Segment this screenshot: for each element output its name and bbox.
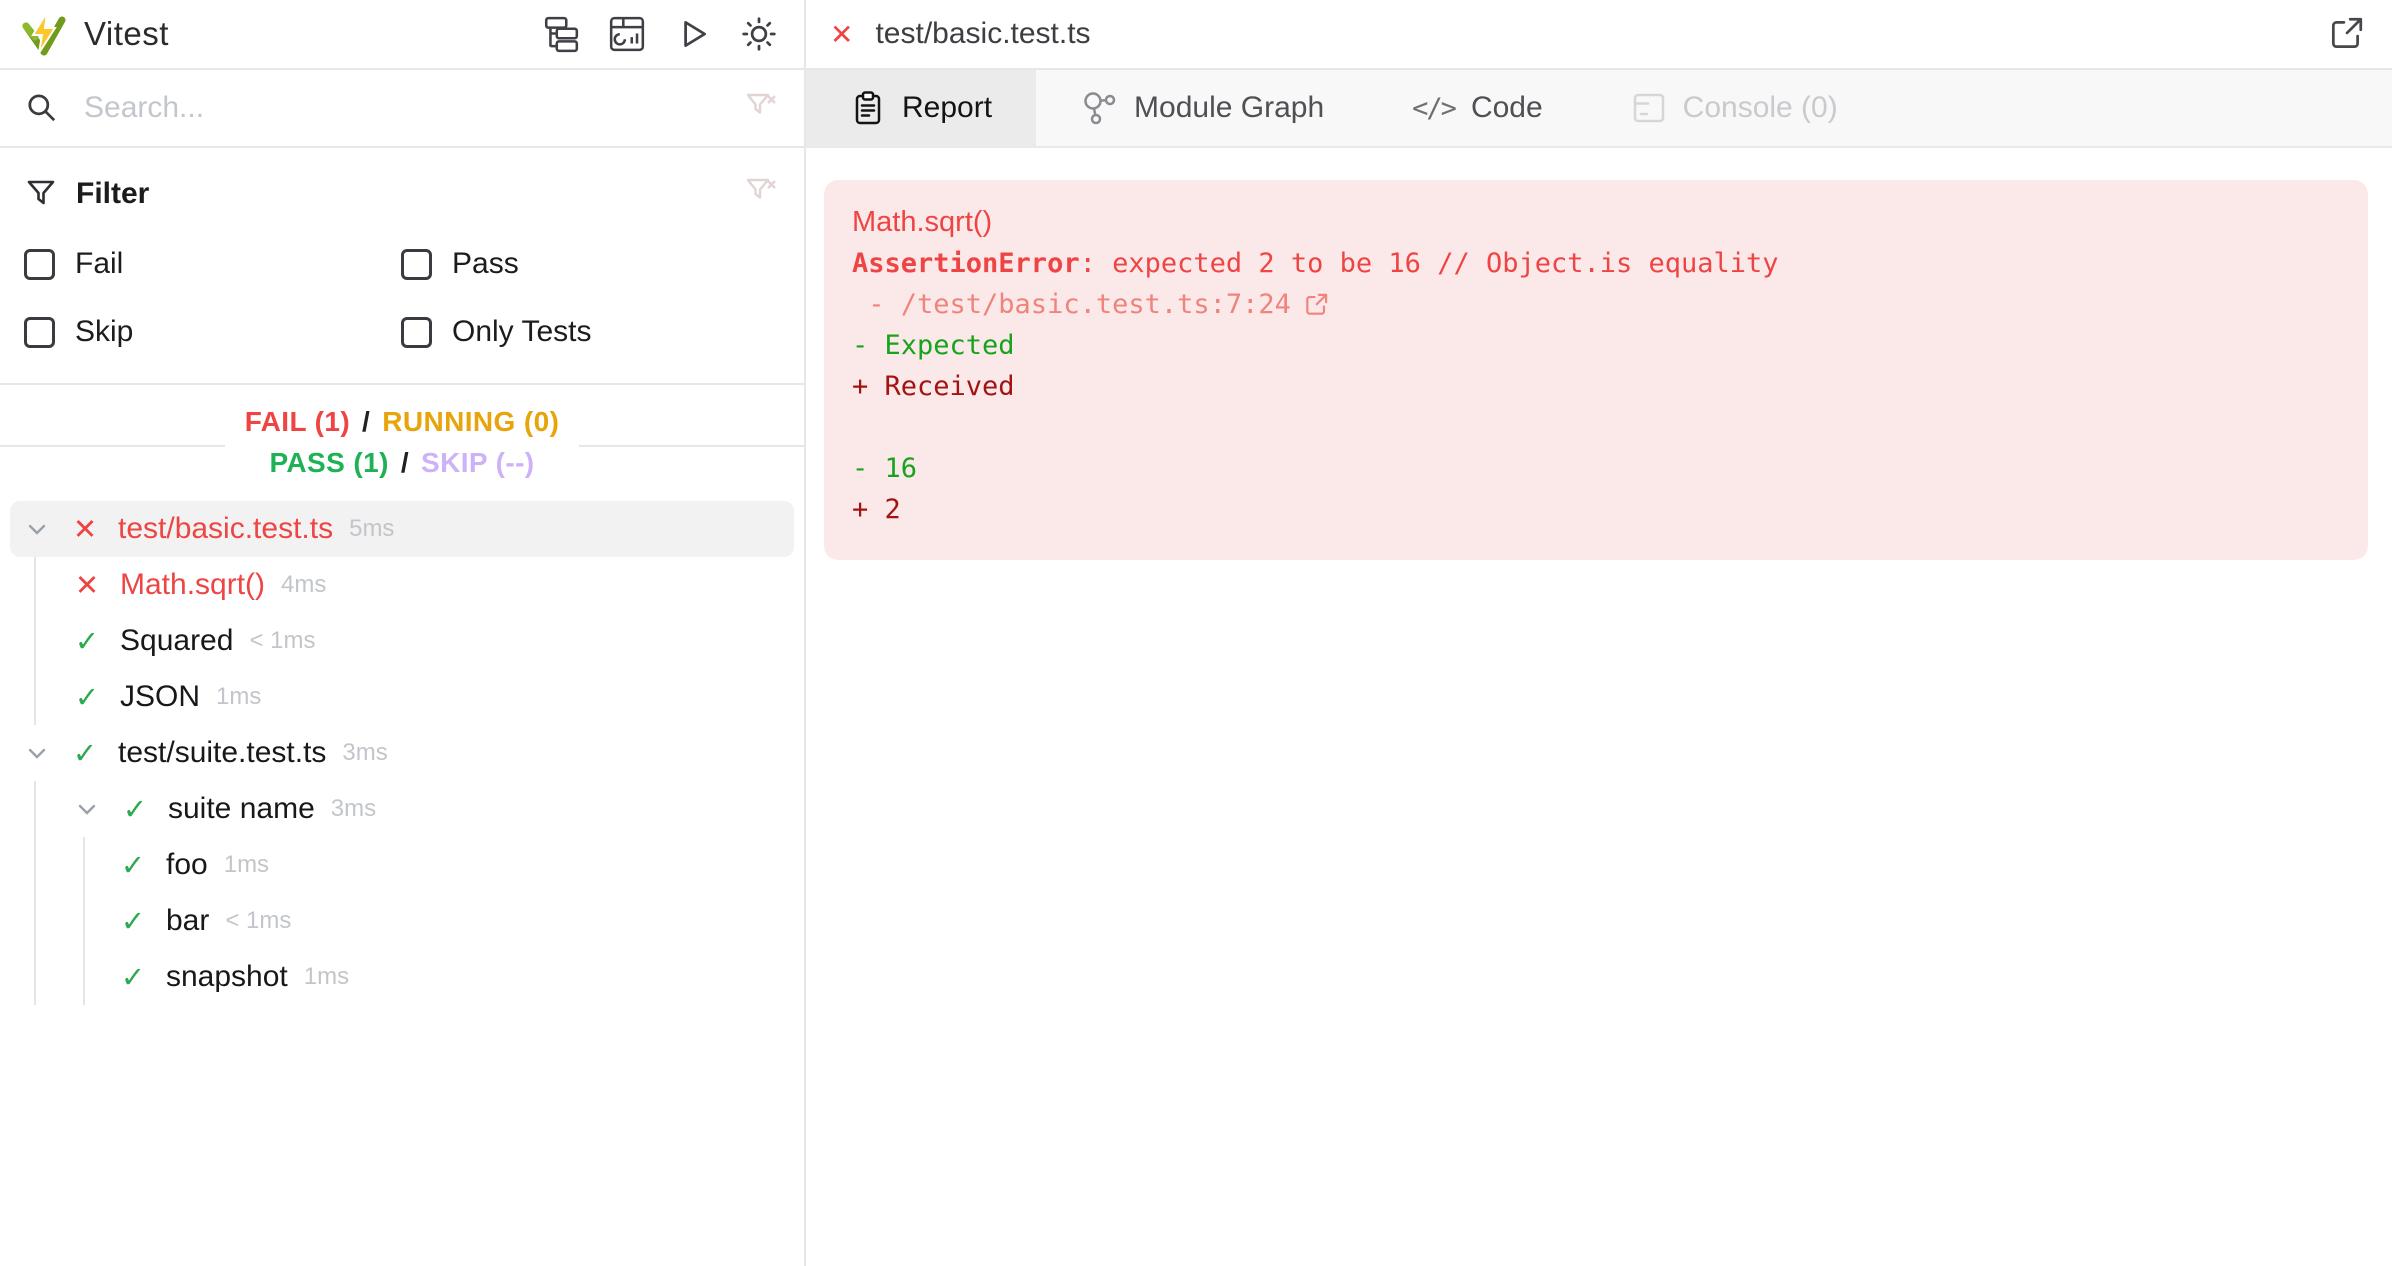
duration-label: 1ms (304, 963, 349, 991)
pass-check-icon: ✓ (72, 680, 102, 715)
duration-label: 4ms (281, 571, 326, 599)
summary-line-2: PASS (1)/SKIP (--) (245, 442, 560, 483)
open-in-editor-icon[interactable] (1303, 292, 1329, 318)
summary-line-1: FAIL (1)/RUNNING (0) (245, 401, 560, 442)
test-tree: ✕ test/basic.test.ts 5ms ✕ Math.sqrt() 4… (0, 497, 804, 1266)
diff-expected-label: - Expected (852, 325, 2340, 366)
skip-count: SKIP (--) (421, 447, 535, 478)
search-icon (24, 90, 60, 126)
tree-view-icon[interactable] (542, 15, 580, 53)
duration-label: 1ms (216, 683, 261, 711)
chevron-down-icon[interactable] (22, 738, 52, 768)
filter-section: Filter Fail Pass (0, 148, 804, 385)
tree-item-math-sqrt[interactable]: ✕ Math.sqrt() 4ms (36, 557, 794, 613)
open-in-editor-icon[interactable] (2326, 14, 2366, 54)
app-title: Vitest (84, 15, 169, 53)
filter-options: Fail Pass Skip Only Tests (24, 247, 778, 349)
vitest-logo-icon (20, 10, 68, 58)
duration-label: 3ms (331, 795, 376, 823)
filter-checkbox-pass[interactable]: Pass (401, 247, 778, 281)
fail-x-icon: ✕ (70, 512, 100, 547)
console-icon (1631, 90, 1667, 126)
checkbox-icon[interactable] (24, 249, 55, 280)
running-count: RUNNING (0) (382, 406, 559, 437)
fail-x-icon: ✕ (72, 568, 102, 603)
theme-toggle-icon[interactable] (740, 15, 778, 53)
fail-count: FAIL (1) (245, 406, 350, 437)
chevron-down-icon[interactable] (72, 794, 102, 824)
diff-received-value: + 2 (852, 489, 2340, 530)
tree-item-suite-test-file[interactable]: ✓ test/suite.test.ts 3ms (10, 725, 794, 781)
filter-checkbox-skip[interactable]: Skip (24, 315, 401, 349)
tree-group: ✓ suite name 3ms ✓ foo 1ms ✓ bar < 1ms (34, 781, 794, 1005)
checkbox-icon[interactable] (401, 317, 432, 348)
pass-check-icon: ✓ (72, 624, 102, 659)
pass-check-icon: ✓ (118, 904, 148, 939)
sidebar-header: Vitest (0, 0, 804, 70)
search-bar (0, 70, 804, 148)
failed-test-name: Math.sqrt() (852, 202, 2340, 243)
duration-label: < 1ms (225, 907, 291, 935)
main-panel: ✕ test/basic.test.ts Report (806, 0, 2392, 1266)
chevron-down-icon[interactable] (22, 514, 52, 544)
tab-report[interactable]: Report (806, 70, 1036, 146)
tab-code[interactable]: </> Code (1368, 70, 1587, 146)
pass-check-icon: ✓ (70, 736, 100, 771)
checkbox-icon[interactable] (401, 249, 432, 280)
clear-search-filter-icon[interactable] (744, 89, 778, 128)
tree-item-json[interactable]: ✓ JSON 1ms (36, 669, 794, 725)
diff-expected-value: - 16 (852, 448, 2340, 489)
tree-item-suite-name[interactable]: ✓ suite name 3ms (36, 781, 794, 837)
tree-group: ✕ Math.sqrt() 4ms ✓ Squared < 1ms ✓ JSON… (34, 557, 794, 725)
duration-label: 3ms (342, 739, 387, 767)
tree-group: ✓ foo 1ms ✓ bar < 1ms ✓ snapshot 1ms (83, 837, 794, 1005)
clear-filter-icon[interactable] (744, 174, 778, 213)
report-clipboard-icon (850, 90, 886, 126)
filter-checkbox-only-tests[interactable]: Only Tests (401, 315, 778, 349)
vitest-ui-window: Vitest (0, 0, 2392, 1266)
pass-count: PASS (1) (269, 447, 388, 478)
tab-bar: Report Module Graph </> Code (806, 70, 2392, 148)
assertion-error-line: AssertionError: expected 2 to be 16 // O… (852, 243, 2340, 284)
filter-heading: Filter (76, 177, 149, 211)
tree-item-squared[interactable]: ✓ Squared < 1ms (36, 613, 794, 669)
tab-console[interactable]: Console (0) (1587, 70, 1882, 146)
fail-x-icon: ✕ (830, 18, 853, 51)
checkbox-icon[interactable] (24, 317, 55, 348)
diff-received-label: + Received (852, 366, 2340, 407)
filter-funnel-icon (24, 177, 58, 211)
open-file-name: test/basic.test.ts (875, 17, 1090, 51)
module-graph-icon (1080, 89, 1118, 127)
duration-label: < 1ms (249, 627, 315, 655)
sidebar-toolbar (542, 15, 778, 53)
file-header: ✕ test/basic.test.ts (806, 0, 2392, 70)
pass-check-icon: ✓ (120, 792, 150, 827)
filter-checkbox-fail[interactable]: Fail (24, 247, 401, 281)
tree-item-snapshot[interactable]: ✓ snapshot 1ms (85, 949, 794, 1005)
run-all-icon[interactable] (674, 15, 712, 53)
tree-item-foo[interactable]: ✓ foo 1ms (85, 837, 794, 893)
tree-item-bar[interactable]: ✓ bar < 1ms (85, 893, 794, 949)
test-summary: FAIL (1)/RUNNING (0) PASS (1)/SKIP (--) (0, 385, 804, 497)
diff-blank-line (852, 407, 2340, 448)
pass-check-icon: ✓ (118, 960, 148, 995)
duration-label: 1ms (224, 851, 269, 879)
pass-check-icon: ✓ (118, 848, 148, 883)
sidebar: Vitest (0, 0, 806, 1266)
search-input[interactable] (84, 91, 744, 125)
code-icon: </> (1412, 93, 1455, 124)
duration-label: 5ms (349, 515, 394, 543)
report-view: Math.sqrt() AssertionError: expected 2 t… (806, 148, 2392, 1266)
tree-item-basic-test-file[interactable]: ✕ test/basic.test.ts 5ms (10, 501, 794, 557)
dashboard-icon[interactable] (608, 15, 646, 53)
stack-trace-line[interactable]: - /test/basic.test.ts:7:24 (852, 284, 2340, 325)
error-panel: Math.sqrt() AssertionError: expected 2 t… (824, 180, 2368, 560)
tab-module-graph[interactable]: Module Graph (1036, 70, 1368, 146)
